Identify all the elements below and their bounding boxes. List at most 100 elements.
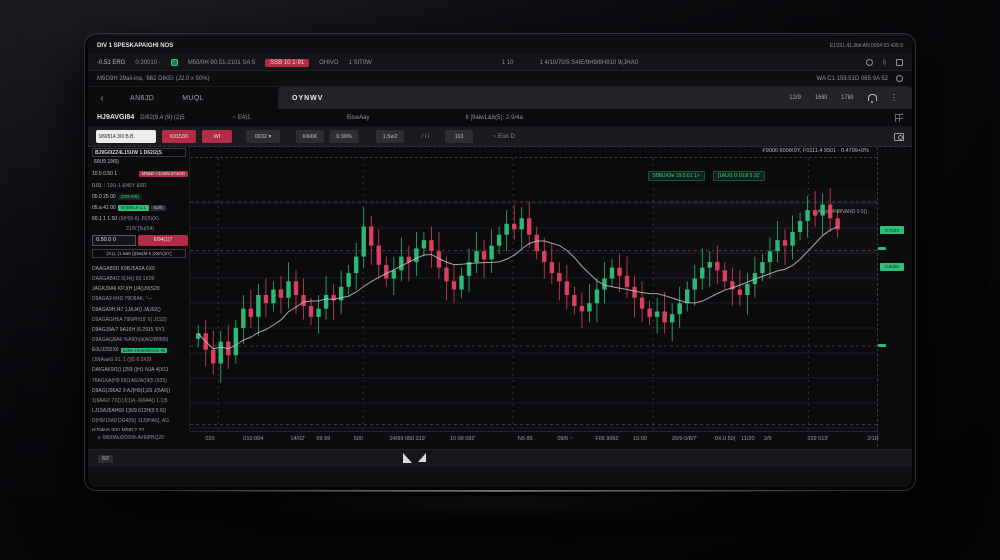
watchlist-row[interactable]: DAAGAB4/2 9(J4() 69 1X09 <box>88 274 190 284</box>
menu-item-3[interactable]: M50/0H 90.51-2101 SA 5 <box>188 60 255 66</box>
candle-body <box>632 287 636 298</box>
watchlist-row[interactable]: D9AGJ9A/7 9A16H (6.2915 '6Y1 <box>88 325 190 335</box>
watchlist-row[interactable]: E0UJ292X66296-1996996191 99 <box>88 345 190 355</box>
watchlist-row[interactable]: 76AGXA(H9 69(1A62A()9(5 (925) <box>88 376 190 386</box>
tool-button-2[interactable]: 6:39% <box>330 130 358 143</box>
time-tick-label: 019 513' <box>807 436 828 442</box>
tab-stat-3: 17lill <box>841 95 853 101</box>
watchlist: DAAGAB9D K9BJ5A2A 6X9 DAAGAB4/2 9(J4() 69… <box>88 264 190 431</box>
tab-1[interactable]: AN6JD <box>116 87 168 109</box>
watchlist-row[interactable]: DAIGAK9I1() (259 ()H1 NJA 4(X11 <box>88 365 190 375</box>
candle-body <box>550 262 554 273</box>
watchlist-row-label: D9AGAGBA6 %A9(h)9(A62B9M5) <box>92 337 168 343</box>
watchlist-row-label: LJ19AJ5AH69 1)5/9.612H(9 5 6() <box>92 408 166 414</box>
watchlist-row[interactable]: (J9(AaaG 91, 1 ()(5 6 5X(9 <box>88 355 190 365</box>
indicator-label[interactable]: ~ Eon D <box>493 134 515 140</box>
trading-app-screen: DIV 1 SPESKAPAIGHI NOS E1S91.41.3bb AN.0… <box>88 37 912 487</box>
tab-stat-2: 16lill <box>815 95 827 101</box>
candle-body <box>362 227 366 257</box>
candle-body <box>535 235 539 251</box>
watchlist-row-label: D9AGJ9A/7 9A16H (6.2915 '6Y1 <box>92 327 165 333</box>
candle-body <box>617 268 621 276</box>
watchlist-row-label: DAAGAB4/2 9(J4() 69 1X09 <box>92 276 154 282</box>
watchlist-row-label: E0UJ292X6 <box>92 347 119 353</box>
layout-icon[interactable] <box>896 59 903 66</box>
indicator-value-badge-2[interactable]: [1AU/1 0 10.8 5 31' <box>713 171 766 181</box>
candle-body <box>241 309 245 328</box>
symbol-name[interactable]: HJ9AVGI84 <box>97 114 134 121</box>
watchlist-row[interactable]: DAAGAB9D K9BJ5A2A 6X9 <box>88 264 190 274</box>
status-bar: M5G9H 29aii-ina, '662 DIKEr (J2.0 x 50%)… <box>88 71 912 87</box>
watchlist-row[interactable]: JAGKJ9A6 KPJ(H [J4()J9(S29 <box>88 284 190 294</box>
time-tick-label: 0X.0 50( <box>715 436 736 442</box>
candle-body <box>760 262 764 273</box>
time-axis[interactable]: 020010:09414/02'09 9950024/99 050 319'10… <box>190 431 877 447</box>
candle-body <box>715 262 719 270</box>
draw-tools[interactable]: ⁄ i i <box>422 134 429 140</box>
candle-body <box>354 257 358 273</box>
watchlist-row[interactable]: D9AGAGH6A 79NPH19' 6( J1S2) <box>88 315 190 325</box>
timeframe-button[interactable]: 0932 ▾ <box>246 130 280 143</box>
menu-item-1[interactable]: -0.53 ERG <box>97 60 125 66</box>
info-icon[interactable]: i) <box>883 60 886 66</box>
workspace-tab-bar: ‹ AN6JD MUQL OYNWV 12/9 16lill 17lill ⋮ <box>88 87 912 109</box>
menu-item-4[interactable]: OHIVO <box>319 60 338 66</box>
tab-2[interactable]: MUQL <box>168 87 218 109</box>
pin-icon[interactable] <box>866 59 873 66</box>
watchlist-row[interactable]: D9AGA9 6HD 79D9AK, '— <box>88 294 190 304</box>
snapshot-camera-icon[interactable] <box>894 133 904 141</box>
time-tick-label: 11/20 <box>741 436 754 442</box>
tool-button-1[interactable]: K6i6K <box>296 130 324 143</box>
tool-button-4[interactable]: 110 <box>445 130 473 143</box>
time-tick-label: 09/0 ~ <box>557 436 572 442</box>
menu-item-2[interactable]: 0.30010 - <box>135 60 160 66</box>
nav-triangle-right-icon[interactable] <box>418 453 426 462</box>
symbol-search-input[interactable] <box>96 130 156 143</box>
candle-body <box>249 309 253 317</box>
order-row3-badge: (209-6/9) <box>118 194 142 200</box>
order-submit-button[interactable]: 6/94(1)7 <box>138 235 188 246</box>
candle-body <box>700 268 704 279</box>
watchlist-row[interactable]: D9AGAGBA6 %A9(h)9(A62B9M5) <box>88 335 190 345</box>
order-wide-button[interactable]: (X1), (1.5&6 ()(6&(M-5 (X9/1)2Y] <box>92 249 186 258</box>
quantity-input[interactable]: 0.50.0 0 <box>92 235 136 246</box>
symbol-tool[interactable]: ~ E4)1 <box>233 115 251 121</box>
kebab-menu-icon[interactable]: ⋮ <box>890 94 898 102</box>
price-tag: 0.6005 <box>880 263 904 271</box>
buy-button[interactable]: 631530 <box>162 130 196 143</box>
bell-icon[interactable] <box>867 94 876 102</box>
help-icon[interactable] <box>896 75 903 82</box>
candle-body <box>474 251 478 262</box>
watchlist-row[interactable]: D9AGA9HJ47 1JAJ4() JAJ92() <box>88 305 190 315</box>
watchlist-row[interactable]: HJ9AV6.9(6( M9812 7() <box>88 426 190 431</box>
grid-layout-icon[interactable] <box>895 114 903 122</box>
price-chart[interactable] <box>190 157 877 431</box>
price-axis[interactable]: 0.74330.6005 <box>877 147 905 447</box>
watchlist-row[interactable]: 1)9AA2/ 7X() [J(1)4,-9(6A4() 1.1)5 <box>88 396 190 406</box>
candle-body <box>572 295 576 306</box>
tool-button-3[interactable]: 1.5w2 <box>376 130 404 143</box>
watchlist-row[interactable]: D(H9/15A9 DG4(5() 11J9HA6(, AG <box>88 416 190 426</box>
nav-triangle-left-icon[interactable] <box>403 453 412 463</box>
chart-zone: F9000 600IK9Y, F0111.4 9501 · 0.4799+0% … <box>190 147 877 431</box>
watchlist-row[interactable]: LJ19AJ5AH69 1)5/9.612H(9 5 6() <box>88 406 190 416</box>
candle-body <box>738 290 742 295</box>
watchlist-row-label: JAGKJ9A6 KPJ(H [J4()J9(S29 <box>92 286 160 292</box>
time-tick-label: 09 99 <box>316 436 330 442</box>
order-panel-title: BJ9G0IZZ4L15UW 1 D62/2(S <box>92 148 186 157</box>
sell-button[interactable]: WI <box>202 130 232 143</box>
back-chevron-icon[interactable]: ‹ <box>88 87 116 109</box>
indicator-value-badge-1[interactable]: 50BUX9e 19.5.01 1> <box>648 171 705 181</box>
tab-active[interactable]: OYNWV 12/9 16lill 17lill ⋮ <box>278 87 912 109</box>
order-panel-subtitle: 60U9 19/5) <box>94 159 119 165</box>
candle-body <box>256 295 260 317</box>
order-row5-value: 60.1 1 1.50 <box>92 216 117 222</box>
menu-center-text: 1 4/10/70/5 S4IE/9H9/6H910 9(JHA0 <box>540 60 638 66</box>
chart-corner-note: A dyu 4NBNAND 0 5() <box>818 209 867 215</box>
tab-stat-1: 12/9 <box>789 95 801 101</box>
timeframe-badge[interactable]: 6/2 <box>98 455 113 463</box>
monitor-shadow <box>140 505 860 545</box>
watchlist-row[interactable]: D9AG(J96A2 9 AJ(H9(1)26 J(5A6() <box>88 386 190 396</box>
menu-item-5[interactable]: 1 SIT0W <box>348 60 371 66</box>
candle-body <box>640 298 644 309</box>
